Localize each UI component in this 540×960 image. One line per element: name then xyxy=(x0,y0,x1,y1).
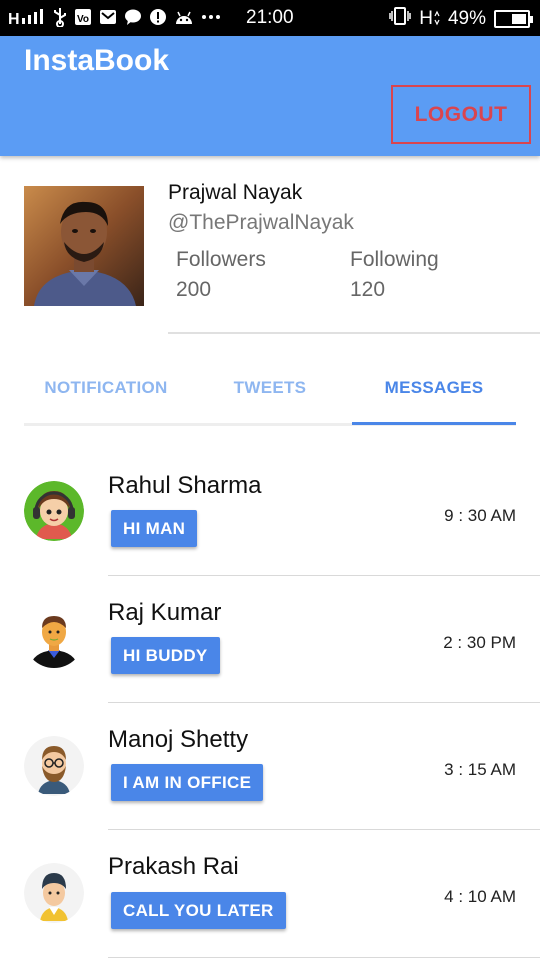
profile-handle: @ThePrajwalNayak xyxy=(168,211,354,234)
followers-label: Followers xyxy=(176,248,266,271)
battery-level xyxy=(512,14,526,24)
girl-headphones-avatar-icon xyxy=(24,481,84,541)
vibrate-icon xyxy=(389,7,411,31)
tab-active-indicator xyxy=(352,422,516,425)
status-bar-right-icons: H 49% xyxy=(389,7,533,31)
app-bar: InstaBook LOGOUT xyxy=(0,36,540,156)
tab-tweets[interactable]: TWEETS xyxy=(188,352,352,424)
followers-count[interactable]: 200 xyxy=(176,278,211,302)
following-count[interactable]: 120 xyxy=(350,278,385,302)
message-preview-chip[interactable]: CALL YOU LATER xyxy=(111,892,286,929)
man-glasses-beard-avatar-icon xyxy=(24,736,84,796)
status-bar-left-icons: H Vo xyxy=(8,7,221,27)
chat-icon xyxy=(124,8,142,26)
man-beanie-avatar-icon xyxy=(24,863,84,923)
svg-text:H: H xyxy=(8,11,20,27)
tab-bar: NOTIFICATION TWEETS MESSAGES xyxy=(24,352,516,426)
message-item[interactable]: Prakash Rai CALL YOU LATER 4 : 10 AM xyxy=(0,829,540,958)
message-sender-name: Prakash Rai xyxy=(108,853,239,880)
message-item[interactable]: Rahul Sharma HI MAN 9 : 30 AM xyxy=(0,448,540,576)
message-time: 4 : 10 AM xyxy=(444,887,516,906)
profile-name: Prajwal Nayak xyxy=(168,181,303,204)
battery-icon xyxy=(494,10,533,28)
message-preview-chip[interactable]: HI BUDDY xyxy=(111,637,220,674)
status-time: 21:00 xyxy=(246,7,294,28)
message-divider xyxy=(108,957,540,958)
svg-text:Vo: Vo xyxy=(77,14,89,25)
tab-notification[interactable]: NOTIFICATION xyxy=(24,352,188,424)
status-bar: H Vo 21:00 H 49% xyxy=(0,0,540,36)
message-item[interactable]: Raj Kumar HI BUDDY 2 : 30 PM xyxy=(0,575,540,703)
message-sender-name: Rahul Sharma xyxy=(108,472,262,499)
app-title: InstaBook xyxy=(24,44,170,77)
man-bald-avatar-icon xyxy=(24,608,84,668)
usb-icon xyxy=(53,7,67,27)
message-sender-name: Manoj Shetty xyxy=(108,726,249,753)
profile-avatar[interactable] xyxy=(24,186,144,306)
message-sender-name: Raj Kumar xyxy=(108,599,222,626)
battery-percent: 49% xyxy=(447,8,486,29)
profile-divider xyxy=(168,332,540,334)
message-time: 9 : 30 AM xyxy=(444,506,516,525)
more-icon xyxy=(201,8,221,26)
network-h-icon: H xyxy=(419,8,440,30)
alert-icon xyxy=(149,8,167,26)
message-time: 2 : 30 PM xyxy=(443,633,516,652)
following-label: Following xyxy=(350,248,439,271)
network-type-label: H xyxy=(419,8,433,29)
message-time: 3 : 15 AM xyxy=(444,760,516,779)
message-item[interactable]: Manoj Shetty I AM IN OFFICE 3 : 15 AM xyxy=(0,702,540,830)
signal-icon: H xyxy=(8,7,46,27)
vowifi-icon: Vo xyxy=(74,8,92,26)
mail-icon xyxy=(99,8,117,26)
logout-button[interactable]: LOGOUT xyxy=(391,85,531,144)
tab-messages[interactable]: MESSAGES xyxy=(352,352,516,424)
message-preview-chip[interactable]: I AM IN OFFICE xyxy=(111,764,264,801)
android-icon xyxy=(174,8,194,26)
message-preview-chip[interactable]: HI MAN xyxy=(111,510,198,547)
